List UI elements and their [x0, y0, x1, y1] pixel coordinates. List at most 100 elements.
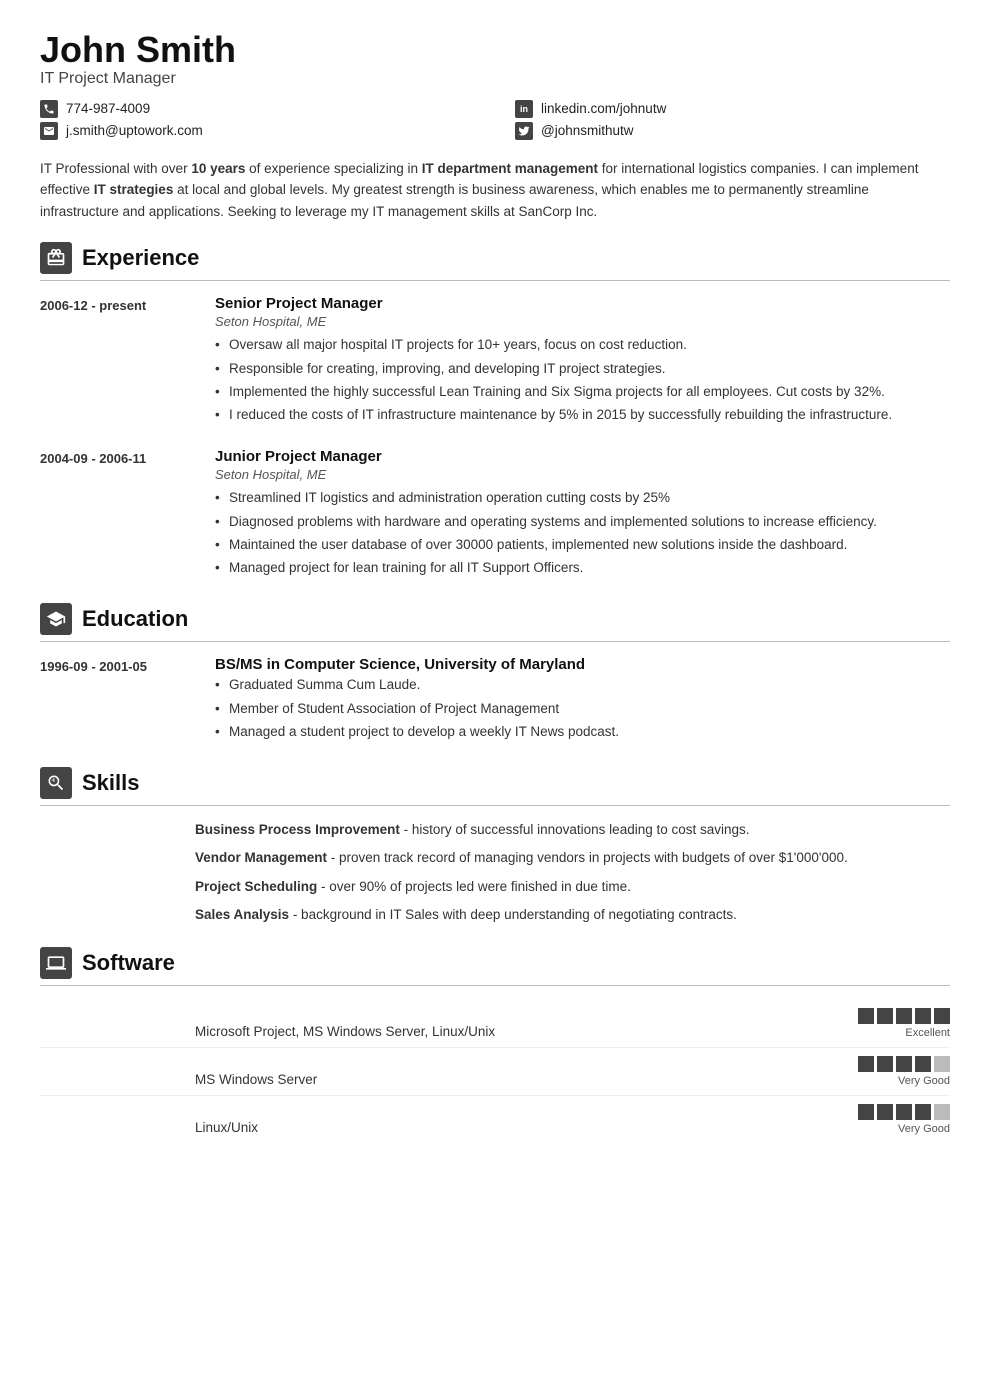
- phone-icon: [40, 100, 58, 118]
- linkedin-contact: in linkedin.com/johnutw: [515, 100, 950, 118]
- email-address: j.smith@uptowork.com: [66, 123, 203, 138]
- job-title-1: Senior Project Manager: [215, 295, 950, 312]
- software-row-2: MS Windows Server Very Good: [40, 1048, 950, 1096]
- education-section-header: Education: [40, 603, 950, 642]
- twitter-handle: @johnsmithutw: [541, 123, 634, 138]
- skills-title: Skills: [82, 770, 139, 796]
- bar: [877, 1008, 893, 1024]
- experience-dates-1: 2006-12 - present: [40, 295, 195, 428]
- experience-content-1: Senior Project Manager Seton Hospital, M…: [215, 295, 950, 428]
- edu-dates-1: 1996-09 - 2001-05: [40, 656, 195, 745]
- edu-bullets-1: Graduated Summa Cum Laude. Member of Stu…: [215, 675, 950, 742]
- bullet-item: I reduced the costs of IT infrastructure…: [215, 405, 950, 425]
- software-name-2: MS Windows Server: [195, 1072, 317, 1087]
- software-section: Software Microsoft Project, MS Windows S…: [40, 947, 950, 1143]
- rating-label-2: Very Good: [898, 1075, 950, 1087]
- linkedin-url: linkedin.com/johnutw: [541, 101, 666, 116]
- software-title: Software: [82, 950, 175, 976]
- job-title-2: Junior Project Manager: [215, 448, 950, 465]
- skill-item-3: Project Scheduling - over 90% of project…: [195, 877, 950, 897]
- software-list: Microsoft Project, MS Windows Server, Li…: [40, 1000, 950, 1143]
- degree-1: BS/MS in Computer Science, University of…: [215, 656, 950, 673]
- bar: [858, 1008, 874, 1024]
- rating-label-1: Excellent: [905, 1027, 950, 1039]
- professional-summary: IT Professional with over 10 years of ex…: [40, 158, 950, 223]
- software-icon: [40, 947, 72, 979]
- bar: [896, 1056, 912, 1072]
- bar: [877, 1104, 893, 1120]
- linkedin-icon: in: [515, 100, 533, 118]
- company-1: Seton Hospital, ME: [215, 314, 950, 329]
- phone-contact: 774-987-4009: [40, 100, 475, 118]
- bullet-item: Managed a student project to develop a w…: [215, 722, 950, 742]
- experience-entry-1: 2006-12 - present Senior Project Manager…: [40, 295, 950, 428]
- experience-icon: [40, 242, 72, 274]
- experience-entry-2: 2004-09 - 2006-11 Junior Project Manager…: [40, 448, 950, 581]
- skills-list: Business Process Improvement - history o…: [40, 820, 950, 925]
- bullet-item: Diagnosed problems with hardware and ope…: [215, 512, 950, 532]
- twitter-contact: @johnsmithutw: [515, 122, 950, 140]
- bullet-item: Graduated Summa Cum Laude.: [215, 675, 950, 695]
- twitter-icon: [515, 122, 533, 140]
- rating-bars-1: [858, 1008, 950, 1024]
- software-rating-3: Very Good: [858, 1104, 950, 1135]
- bar: [858, 1104, 874, 1120]
- software-name-1: Microsoft Project, MS Windows Server, Li…: [195, 1024, 495, 1039]
- software-rating-2: Very Good: [858, 1056, 950, 1087]
- bar: [915, 1104, 931, 1120]
- bar: [858, 1056, 874, 1072]
- skills-icon: [40, 767, 72, 799]
- bullet-item: Maintained the user database of over 300…: [215, 535, 950, 555]
- skill-name-2: Vendor Management: [195, 850, 327, 865]
- bullets-1: Oversaw all major hospital IT projects f…: [215, 335, 950, 425]
- experience-dates-2: 2004-09 - 2006-11: [40, 448, 195, 581]
- education-section: Education 1996-09 - 2001-05 BS/MS in Com…: [40, 603, 950, 745]
- education-entry-1: 1996-09 - 2001-05 BS/MS in Computer Scie…: [40, 656, 950, 745]
- skill-item-4: Sales Analysis - background in IT Sales …: [195, 905, 950, 925]
- skills-section: Skills Business Process Improvement - hi…: [40, 767, 950, 925]
- bar: [896, 1104, 912, 1120]
- experience-entries: 2006-12 - present Senior Project Manager…: [40, 295, 950, 581]
- email-contact: j.smith@uptowork.com: [40, 122, 475, 140]
- software-row-3: Linux/Unix Very Good: [40, 1096, 950, 1143]
- candidate-title: IT Project Manager: [40, 70, 950, 88]
- experience-section: Experience 2006-12 - present Senior Proj…: [40, 242, 950, 581]
- bar: [934, 1008, 950, 1024]
- bullet-item: Implemented the highly successful Lean T…: [215, 382, 950, 402]
- experience-content-2: Junior Project Manager Seton Hospital, M…: [215, 448, 950, 581]
- bar: [896, 1008, 912, 1024]
- bullet-item: Responsible for creating, improving, and…: [215, 359, 950, 379]
- skills-section-header: Skills: [40, 767, 950, 806]
- bullet-item: Member of Student Association of Project…: [215, 699, 950, 719]
- rating-bars-2: [858, 1056, 950, 1072]
- resume-header: John Smith IT Project Manager 774-987-40…: [40, 30, 950, 140]
- email-icon: [40, 122, 58, 140]
- bullets-2: Streamlined IT logistics and administrat…: [215, 488, 950, 578]
- rating-label-3: Very Good: [898, 1123, 950, 1135]
- education-icon: [40, 603, 72, 635]
- bar: [915, 1008, 931, 1024]
- experience-title: Experience: [82, 245, 199, 271]
- software-rating-1: Excellent: [858, 1008, 950, 1039]
- software-name-3: Linux/Unix: [195, 1120, 258, 1135]
- bar: [915, 1056, 931, 1072]
- contact-grid: 774-987-4009 in linkedin.com/johnutw j.s…: [40, 100, 950, 140]
- rating-bars-3: [858, 1104, 950, 1120]
- bar: [934, 1056, 950, 1072]
- phone-number: 774-987-4009: [66, 101, 150, 116]
- experience-section-header: Experience: [40, 242, 950, 281]
- bar: [934, 1104, 950, 1120]
- software-section-header: Software: [40, 947, 950, 986]
- bullet-item: Managed project for lean training for al…: [215, 558, 950, 578]
- bar: [877, 1056, 893, 1072]
- skill-item-2: Vendor Management - proven track record …: [195, 848, 950, 868]
- skill-name-4: Sales Analysis: [195, 907, 289, 922]
- software-row-1: Microsoft Project, MS Windows Server, Li…: [40, 1000, 950, 1048]
- candidate-name: John Smith: [40, 30, 950, 70]
- bullet-item: Streamlined IT logistics and administrat…: [215, 488, 950, 508]
- skill-name-1: Business Process Improvement: [195, 822, 400, 837]
- bullet-item: Oversaw all major hospital IT projects f…: [215, 335, 950, 355]
- skill-item-1: Business Process Improvement - history o…: [195, 820, 950, 840]
- education-title: Education: [82, 606, 188, 632]
- company-2: Seton Hospital, ME: [215, 467, 950, 482]
